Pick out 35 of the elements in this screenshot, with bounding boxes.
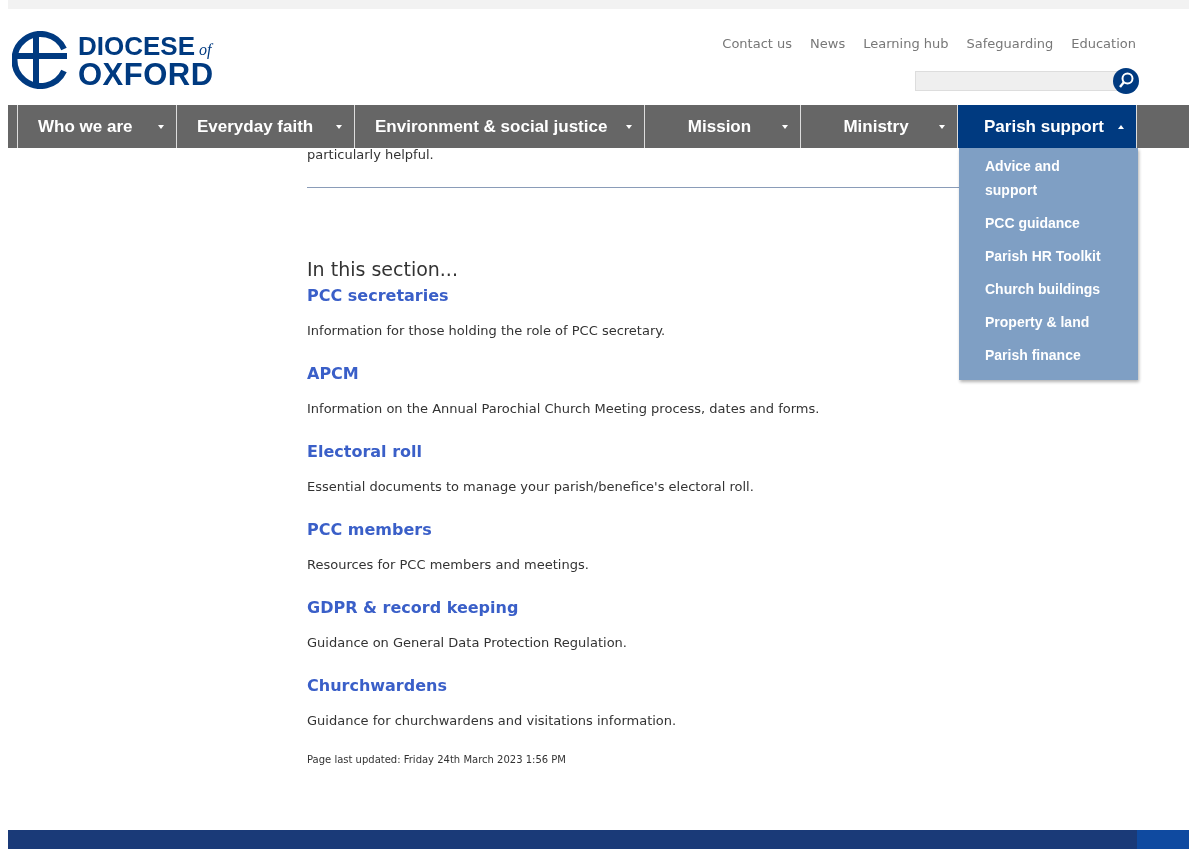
section-description: Resources for PCC members and meetings.	[307, 557, 589, 572]
section-description: Guidance for churchwardens and visitations information.	[307, 713, 677, 728]
search-field[interactable]	[915, 71, 1119, 91]
nav-tab[interactable]: Environment & social justice	[355, 105, 645, 148]
section-link[interactable]: PCC secretaries	[307, 286, 449, 305]
caret-icon	[1118, 123, 1124, 130]
section-link[interactable]: Churchwardens	[307, 676, 447, 695]
top-link[interactable]: News	[810, 36, 846, 51]
nav-tab[interactable]: Mission	[645, 105, 801, 148]
caret-icon	[336, 123, 342, 130]
nav-tab[interactable]: Parish support	[958, 105, 1137, 148]
nav-tab[interactable]: Everyday faith	[177, 105, 355, 148]
logo-text[interactable]: DIOCESE	[78, 33, 196, 59]
section-description: Information for those holding the role of PCC secretary.	[307, 323, 666, 338]
caret-icon	[626, 123, 632, 130]
top-link[interactable]: Education	[1071, 36, 1136, 51]
logo-text[interactable]: OXFORD	[78, 61, 214, 87]
caret-icon	[782, 123, 788, 130]
nav-tab[interactable]: Who we are	[18, 105, 177, 148]
caret-icon	[158, 123, 164, 130]
section-link[interactable]: APCM	[307, 364, 359, 383]
section-link[interactable]: PCC members	[307, 520, 432, 539]
caret-icon	[939, 123, 945, 130]
section-heading: In this section...	[307, 258, 458, 280]
top-link[interactable]: Learning hub	[863, 36, 949, 51]
section-link[interactable]: GDPR & record keeping	[307, 598, 519, 617]
section-description: Guidance on General Data Protection Regulation.	[307, 635, 627, 650]
section-description: Essential documents to manage your parish/benefice's electoral roll.	[307, 479, 754, 494]
section-link[interactable]: Electoral roll	[307, 442, 422, 461]
section-description: Information on the Annual Parochial Church Meeting process, dates and forms.	[307, 401, 820, 416]
body-text: particularly helpful.	[307, 147, 434, 162]
top-link[interactable]: Safeguarding	[966, 36, 1054, 51]
logo-text[interactable]: of	[199, 36, 212, 62]
last-updated-text: Page last updated: Friday 24th March 2023 1:56 PM	[307, 754, 566, 765]
top-link[interactable]: Contact us	[722, 36, 793, 51]
